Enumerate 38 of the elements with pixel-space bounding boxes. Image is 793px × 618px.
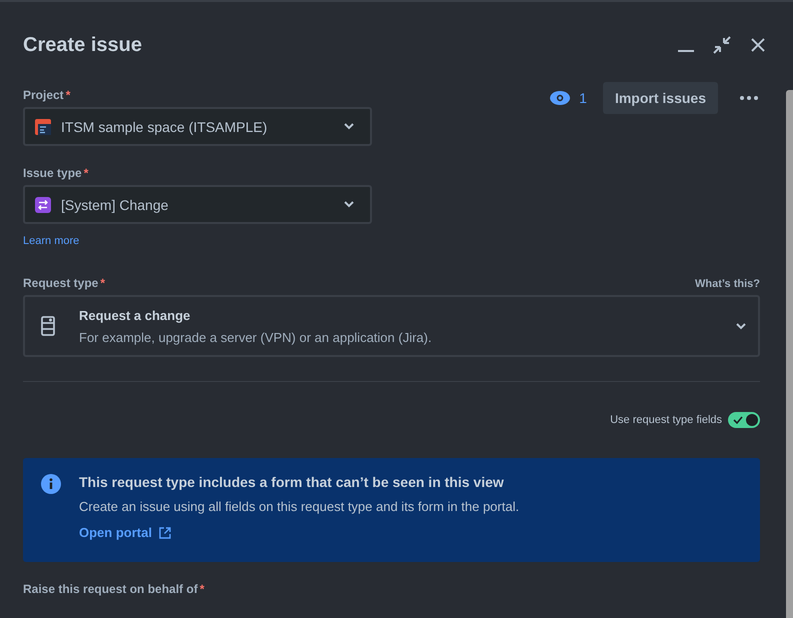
collapse-arrows-icon: [712, 35, 732, 55]
chevron-down-icon: [344, 123, 354, 130]
field-label: Request type *: [23, 276, 106, 290]
open-portal-link[interactable]: Open portal: [79, 525, 171, 540]
toggle-label: Use request type fields: [610, 414, 722, 426]
chevron-down-icon: [344, 201, 354, 208]
eye-icon: [550, 91, 570, 105]
issue-type-select[interactable]: [System] Change: [23, 185, 372, 224]
import-issues-button[interactable]: Import issues: [602, 82, 718, 114]
request-type-title: Request a change: [79, 308, 192, 322]
banner-text: Create an issue using all fields on this request type and its form in the portal.: [79, 499, 520, 514]
project-select[interactable]: ITSM sample space (ITSAMPLE): [23, 107, 372, 146]
scrollbar[interactable]: [786, 90, 793, 618]
watchers-button[interactable]: 1: [542, 86, 595, 110]
request-type-description: For example, upgrade a server (VPN) or an application (Jira).: [79, 330, 433, 344]
required-marker: *: [100, 276, 106, 290]
required-marker: *: [66, 88, 70, 102]
field-label: Issue type *: [23, 166, 90, 180]
field-label: Project *: [23, 88, 72, 102]
field-label: Raise this request on behalf of *: [23, 582, 206, 596]
dialog-title: Create issue: [23, 34, 142, 56]
required-marker: *: [84, 166, 88, 180]
chevron-down-icon: [736, 322, 746, 330]
banner-title: This request type includes a form that can’t be seen in this view: [79, 474, 505, 490]
minimize-icon: [678, 50, 694, 52]
check-icon: [733, 416, 743, 424]
change-type-icon: [35, 196, 51, 212]
project-avatar-icon: [35, 118, 51, 134]
learn-more-link[interactable]: Learn more: [23, 235, 80, 247]
required-marker: *: [200, 582, 204, 596]
server-icon: [41, 316, 55, 336]
request-fields-toggle[interactable]: [728, 412, 760, 428]
external-link-icon: [158, 526, 171, 538]
whats-this-link[interactable]: What’s this?: [695, 278, 760, 290]
close-icon: [750, 37, 766, 53]
info-icon: [41, 474, 61, 494]
request-type-select[interactable]: Request a change For example, upgrade a server (VPN) or an application (Jira).: [23, 295, 760, 357]
more-icon: [740, 96, 758, 100]
